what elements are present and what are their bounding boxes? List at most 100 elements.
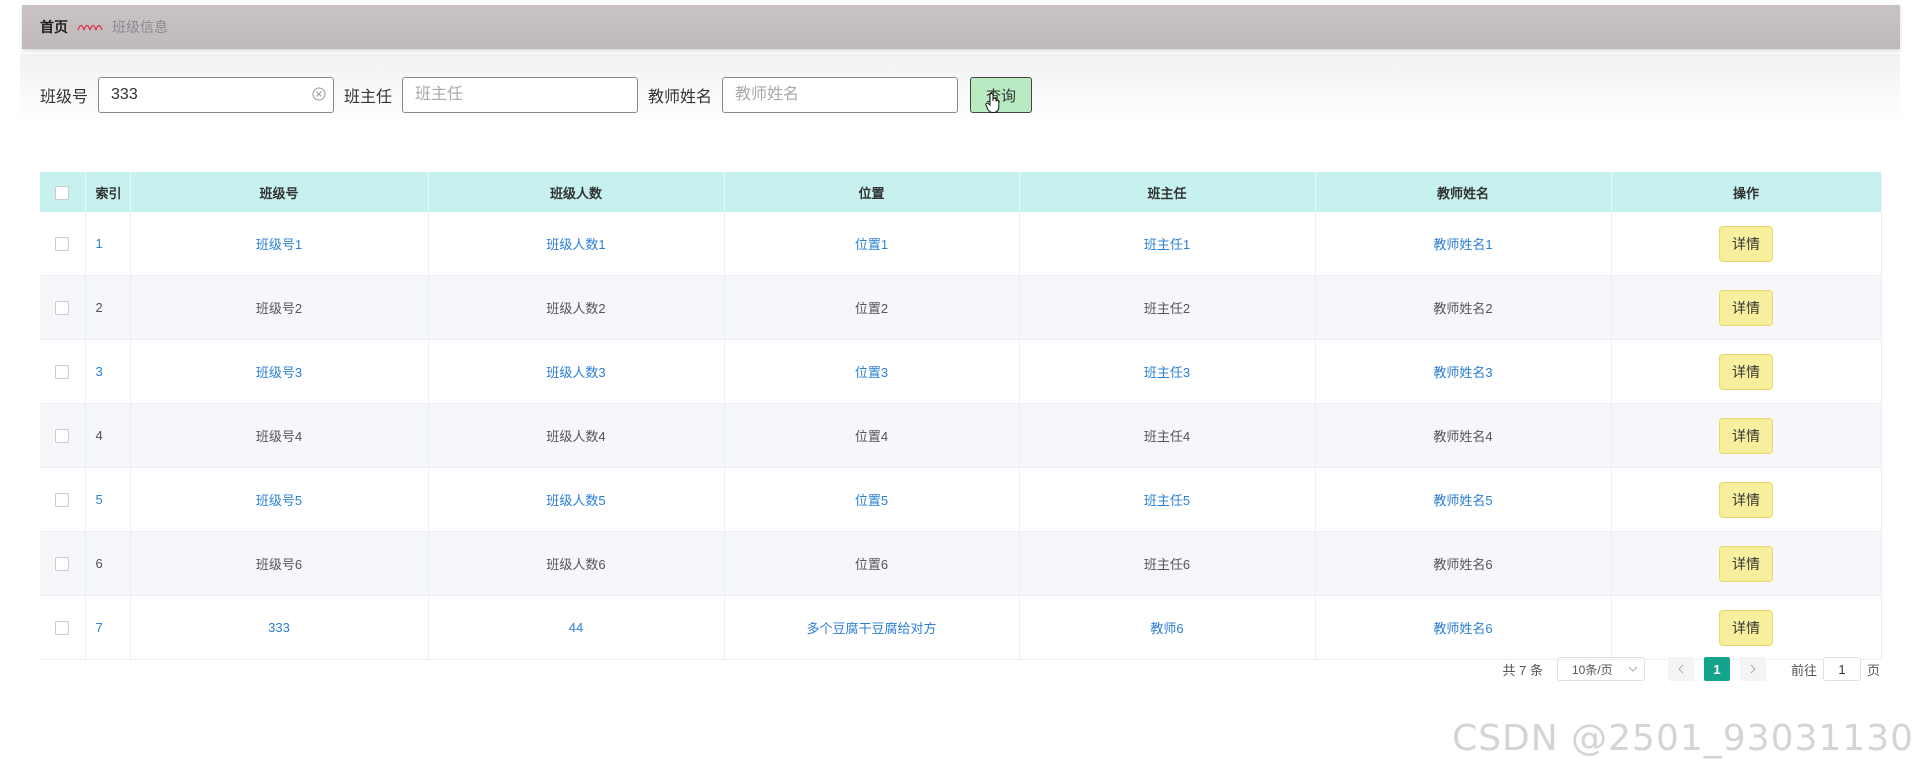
cell-head-teacher: 班主任6 <box>1019 531 1316 596</box>
row-checkbox[interactable] <box>40 275 86 340</box>
detail-button[interactable]: 详情 <box>1719 289 1773 326</box>
table-row[interactable]: 1 班级号1 班级人数1 位置1 班主任1 教师姓名1 详情 <box>40 212 1882 276</box>
cell-teacher: 教师姓名5 <box>1315 467 1612 532</box>
detail-button[interactable]: 详情 <box>1719 225 1773 262</box>
cell-action: 详情 <box>1611 275 1882 340</box>
row-index: 7 <box>85 595 131 660</box>
checkbox-icon[interactable] <box>55 429 70 444</box>
column-header: 操作 <box>1611 172 1882 212</box>
cell-action: 详情 <box>1611 467 1882 532</box>
breadcrumb-current: 班级信息 <box>112 19 168 35</box>
cell-size: 班级人数4 <box>428 403 725 468</box>
table-row[interactable]: 6 班级号6 班级人数6 位置6 班主任6 教师姓名6 详情 <box>40 531 1882 596</box>
row-index: 1 <box>85 212 131 276</box>
cell-location: 多个豆腐干豆腐给对方 <box>724 595 1020 660</box>
detail-button[interactable]: 详情 <box>1719 609 1773 646</box>
checkbox-icon[interactable] <box>55 621 70 636</box>
teacher-name-input[interactable] <box>722 77 959 113</box>
detail-button[interactable]: 详情 <box>1719 481 1773 518</box>
cell-head-teacher: 班主任2 <box>1019 275 1316 340</box>
checkbox-icon[interactable] <box>55 557 70 572</box>
class-no-input[interactable] <box>98 77 335 113</box>
breadcrumb-home[interactable]: 首页 <box>40 17 68 37</box>
pagination-total: 共 7 条 <box>1502 662 1543 678</box>
table-header-row: 索引 班级号 班级人数 位置 班主任 教师姓名 操作 <box>40 172 1882 212</box>
breadcrumb-separator-icon <box>77 24 103 31</box>
column-header: 班级号 <box>130 172 429 212</box>
row-checkbox[interactable] <box>40 403 86 468</box>
checkbox-icon[interactable] <box>55 301 70 316</box>
cell-class-no: 班级号3 <box>130 339 429 404</box>
detail-button[interactable]: 详情 <box>1719 353 1773 390</box>
page-size-value: 10条/页 <box>1571 662 1613 677</box>
column-header: 班级人数 <box>428 172 725 212</box>
cell-action: 详情 <box>1611 531 1882 596</box>
cell-teacher: 教师姓名3 <box>1315 339 1612 404</box>
prev-page-button[interactable] <box>1667 657 1694 681</box>
row-checkbox[interactable] <box>40 467 86 532</box>
hand-cursor-icon <box>985 93 1000 113</box>
checkbox-icon[interactable] <box>55 365 70 380</box>
head-teacher-label: 班主任 <box>344 89 393 106</box>
cell-location: 位置5 <box>724 467 1020 532</box>
checkbox-icon[interactable] <box>55 493 70 508</box>
query-button[interactable]: 查询 <box>970 77 1033 113</box>
page-size-select[interactable]: 10条/页 <box>1556 657 1645 681</box>
select-all-checkbox[interactable] <box>40 172 86 212</box>
cell-size: 44 <box>428 595 725 660</box>
row-index: 5 <box>85 467 131 532</box>
cell-class-no: 班级号6 <box>130 531 429 596</box>
class-no-label: 班级号 <box>40 89 89 106</box>
cell-location: 位置3 <box>724 339 1020 404</box>
cell-action: 详情 <box>1611 339 1882 404</box>
goto-prefix: 前往 <box>1790 662 1817 678</box>
row-checkbox[interactable] <box>40 339 86 404</box>
page-number-current[interactable]: 1 <box>1703 657 1730 681</box>
clear-icon[interactable] <box>312 87 326 101</box>
table-row[interactable]: 2 班级号2 班级人数2 位置2 班主任2 教师姓名2 详情 <box>40 275 1882 340</box>
table-row[interactable]: 4 班级号4 班级人数4 位置4 班主任4 教师姓名4 详情 <box>40 403 1882 468</box>
chevron-right-icon <box>1750 664 1756 674</box>
table-row[interactable]: 3 班级号3 班级人数3 位置3 班主任3 教师姓名3 详情 <box>40 339 1882 404</box>
next-page-button[interactable] <box>1739 657 1766 681</box>
row-checkbox[interactable] <box>40 595 86 660</box>
cell-size: 班级人数6 <box>428 531 725 596</box>
cell-class-no: 班级号5 <box>130 467 429 532</box>
pagination: 共 7 条 10条/页 1 前往 页 <box>1502 657 1880 681</box>
cell-head-teacher: 班主任3 <box>1019 339 1316 404</box>
cell-action: 详情 <box>1611 595 1882 660</box>
table-row[interactable]: 5 班级号5 班级人数5 位置5 班主任5 教师姓名5 详情 <box>40 467 1882 532</box>
detail-button[interactable]: 详情 <box>1719 417 1773 454</box>
head-teacher-input[interactable] <box>402 77 639 113</box>
breadcrumb: 首页 班级信息 <box>22 5 1900 49</box>
cell-location: 位置4 <box>724 403 1020 468</box>
cell-size: 班级人数5 <box>428 467 725 532</box>
cell-class-no: 333 <box>130 595 429 660</box>
row-checkbox[interactable] <box>40 212 86 276</box>
column-header: 教师姓名 <box>1315 172 1612 212</box>
column-header: 班主任 <box>1019 172 1316 212</box>
cell-teacher: 教师姓名2 <box>1315 275 1612 340</box>
cell-location: 位置1 <box>724 212 1020 276</box>
cell-action: 详情 <box>1611 212 1882 276</box>
chevron-down-icon <box>1628 666 1638 672</box>
cell-teacher: 教师姓名6 <box>1315 595 1612 660</box>
row-index: 2 <box>85 275 131 340</box>
cell-size: 班级人数1 <box>428 212 725 276</box>
checkbox-icon[interactable] <box>55 185 70 200</box>
column-header: 索引 <box>85 172 131 212</box>
cell-teacher: 教师姓名4 <box>1315 403 1612 468</box>
class-table: 索引 班级号 班级人数 位置 班主任 教师姓名 操作 1 班级号1 班级人数1 … <box>40 172 1882 660</box>
detail-button[interactable]: 详情 <box>1719 545 1773 582</box>
checkbox-icon[interactable] <box>55 237 70 252</box>
cell-class-no: 班级号4 <box>130 403 429 468</box>
goto-page-input[interactable] <box>1822 657 1861 681</box>
cell-size: 班级人数2 <box>428 275 725 340</box>
cell-location: 位置2 <box>724 275 1020 340</box>
cell-class-no: 班级号1 <box>130 212 429 276</box>
row-checkbox[interactable] <box>40 531 86 596</box>
row-index: 4 <box>85 403 131 468</box>
table-row[interactable]: 7 333 44 多个豆腐干豆腐给对方 教师6 教师姓名6 详情 <box>40 595 1882 660</box>
watermark: CSDN @2501_93031130 <box>1452 718 1914 759</box>
column-header: 位置 <box>724 172 1020 212</box>
